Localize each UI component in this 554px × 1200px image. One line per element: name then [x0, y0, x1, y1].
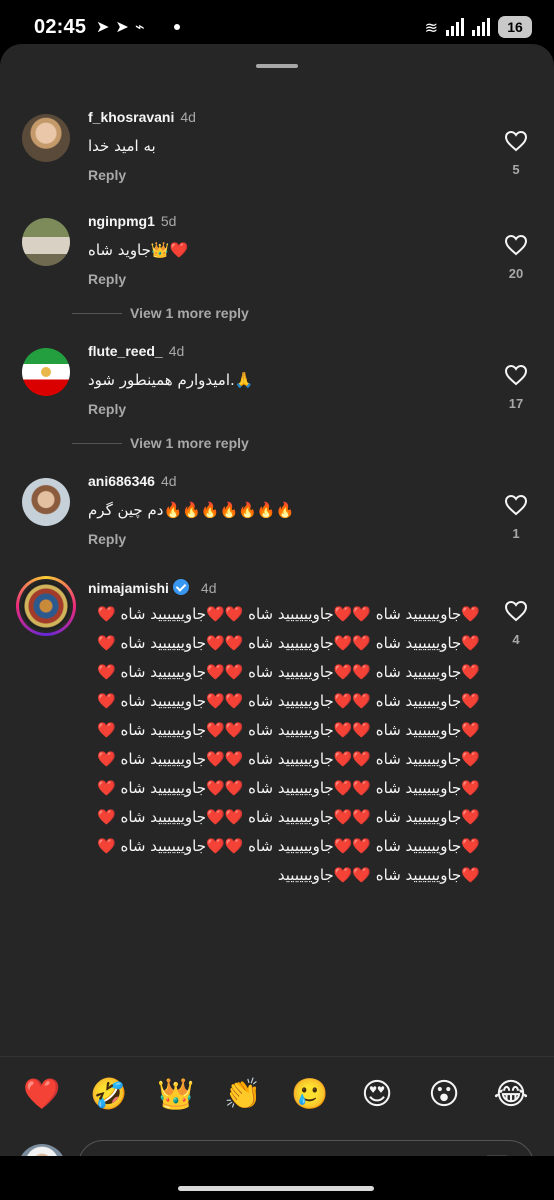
heart-icon	[504, 364, 528, 386]
heart-icon	[504, 130, 528, 152]
like-count: 17	[508, 396, 524, 411]
comment-text: دم چین گرم🔥🔥🔥🔥🔥🔥🔥	[88, 501, 295, 519]
heart-icon	[504, 600, 528, 622]
reply-divider	[72, 312, 122, 314]
avatar[interactable]	[22, 478, 70, 526]
like-button[interactable]: 17	[502, 364, 530, 411]
like-count: 5	[512, 162, 520, 177]
reply-button[interactable]: Reply	[88, 271, 126, 287]
reaction-heart[interactable]: ❤️	[22, 1075, 62, 1115]
like-count: 20	[508, 266, 524, 281]
reply-button[interactable]: Reply	[88, 401, 126, 417]
like-button[interactable]: 20	[502, 234, 530, 281]
comment-age: 5d	[160, 213, 177, 229]
reply-divider	[72, 442, 122, 444]
verified-badge-icon	[172, 579, 189, 595]
status-time: 02:45	[34, 16, 87, 38]
like-count: 4	[512, 632, 520, 647]
like-button[interactable]: 1	[502, 494, 530, 541]
comment-username[interactable]: nimajamishi 4d	[88, 579, 217, 596]
reaction-crown[interactable]: 👑	[156, 1075, 196, 1115]
wifi-icon: ≋	[424, 17, 438, 37]
sheet-grabber[interactable]	[256, 64, 298, 68]
like-button[interactable]: 4	[502, 600, 530, 647]
comment-age: 4d	[180, 109, 196, 125]
avatar[interactable]	[22, 218, 70, 266]
heart-icon	[504, 494, 528, 516]
comment-username[interactable]: f_khosravani 4d	[88, 109, 196, 125]
view-more-replies-label: View 1 more reply	[130, 305, 249, 321]
signal-icon	[472, 18, 490, 36]
comments-sheet: f_khosravani 4d به امید خدا Reply 5 nginp…	[0, 44, 554, 1200]
system-nav-bar	[0, 1156, 554, 1200]
reply-button[interactable]: Reply	[88, 531, 126, 547]
avatar[interactable]	[22, 348, 70, 396]
comment-age: 4d	[168, 343, 185, 359]
reply-button[interactable]: Reply	[88, 167, 126, 183]
reaction-laugh-tears[interactable]: 😂	[491, 1075, 531, 1115]
avatar[interactable]	[22, 114, 70, 162]
heart-icon	[504, 234, 528, 256]
view-more-replies-label: View 1 more reply	[130, 435, 249, 451]
reaction-surprised[interactable]: 😮	[424, 1075, 464, 1115]
like-button[interactable]: 5	[502, 130, 530, 177]
comment-age: 4d	[160, 473, 177, 489]
comment-text: امیدوارم همینطور شود.🙏	[88, 371, 254, 389]
comment-text: جاوید شاه👑❤️	[88, 241, 189, 259]
view-more-replies[interactable]: View 1 more reply	[72, 435, 372, 451]
telegram-icon: ➤	[115, 17, 129, 36]
like-count: 1	[512, 526, 520, 541]
comment-age: 4d	[200, 580, 217, 596]
reaction-heart-eyes[interactable]: 😍	[357, 1075, 397, 1115]
comment-username[interactable]: nginpmg1 5d	[88, 213, 176, 229]
status-right-icons: ≋ 16	[425, 16, 532, 38]
reaction-tear-smile[interactable]: 🥲	[290, 1075, 330, 1115]
app-icon: ⌁	[134, 17, 145, 36]
comment-text: به امید خدا	[88, 137, 156, 155]
quick-reactions-bar: ❤️ 🤣 👑 👏 🥲 😍 😮 😂	[0, 1056, 554, 1126]
comment-username[interactable]: ani686346 4d	[88, 473, 177, 489]
signal-icon	[446, 18, 464, 36]
telegram-icon: ➤	[96, 17, 110, 36]
reaction-rofl[interactable]: 🤣	[89, 1075, 129, 1115]
home-indicator[interactable]	[178, 1186, 374, 1191]
battery-indicator: 16	[498, 16, 532, 38]
reaction-clap[interactable]: 👏	[223, 1075, 263, 1115]
comment-username[interactable]: flute_reed_ 4d	[88, 343, 184, 359]
notification-dot-icon	[174, 24, 180, 30]
avatar	[22, 582, 70, 630]
lion-sun-emblem-icon	[41, 367, 51, 377]
comment-text: ❤️جاویییییید شاه ❤️❤️جاویییییید شاه ❤️❤️…	[97, 605, 480, 884]
view-more-replies[interactable]: View 1 more reply	[72, 305, 372, 321]
comments-list[interactable]: f_khosravani 4d به امید خدا Reply 5 nginp…	[0, 104, 554, 1056]
notification-icons: ➤ ➤ ⌁	[96, 18, 144, 36]
avatar-story-ring[interactable]	[16, 576, 76, 636]
